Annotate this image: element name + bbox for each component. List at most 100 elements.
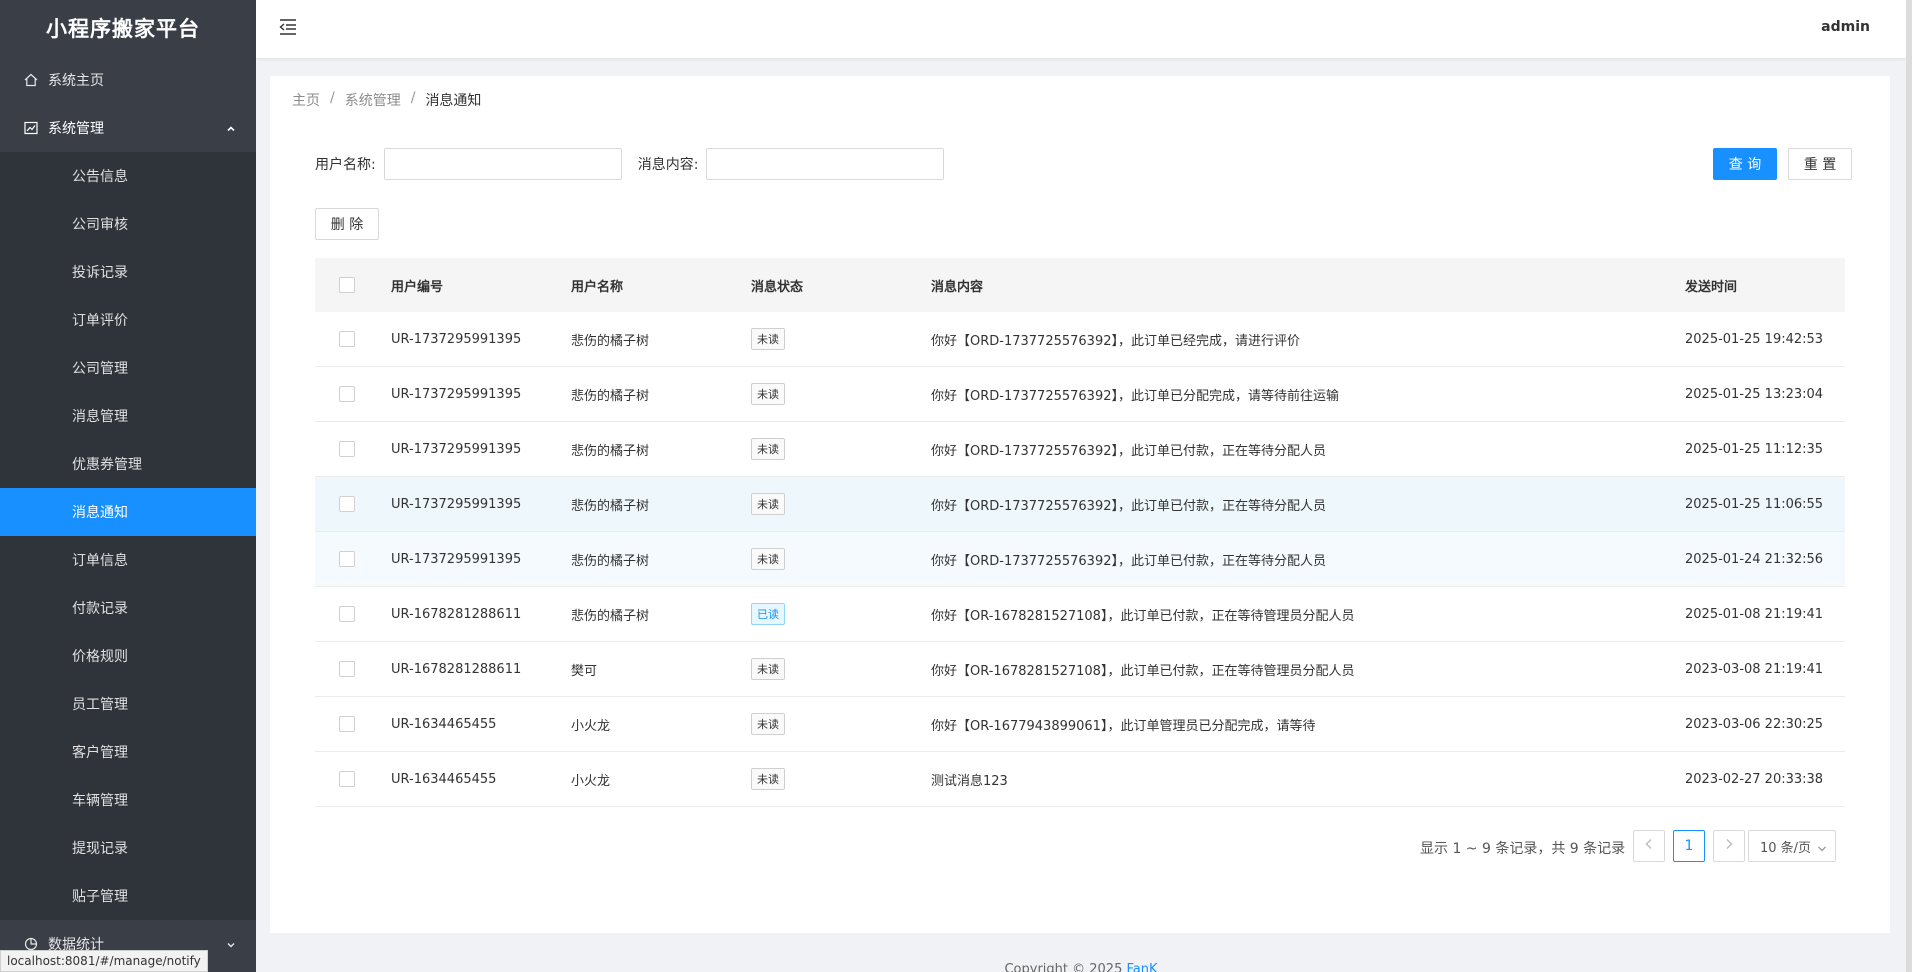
cell-status: 未读 <box>751 768 931 790</box>
cell-content: 你好【OR-1677943899061】，此订单管理员已分配完成，请等待 <box>931 718 1316 734</box>
sidebar-subitem[interactable]: 消息通知 <box>0 488 256 536</box>
cell-time: 2025-01-25 13:23:04 <box>1685 386 1824 402</box>
page-size-select[interactable]: 10 条/页 <box>1748 830 1836 862</box>
row-checkbox[interactable] <box>339 496 355 512</box>
next-page-button[interactable] <box>1713 830 1745 862</box>
table-row[interactable]: UR-1678281288611 悲伤的橘子树 已读 你好【OR-1678281527… <box>315 587 1845 642</box>
query-button[interactable]: 查 询 <box>1713 148 1777 180</box>
table-row[interactable]: UR-1737295991395 悲伤的橘子树 未读 你好【ORD-173772557… <box>315 312 1845 367</box>
table-row[interactable]: UR-1737295991395 悲伤的橘子树 未读 你好【ORD-173772557… <box>315 477 1845 532</box>
app-logo: 小程序搬家平台 <box>46 17 200 41</box>
cell-time: 2025-01-24 21:32:56 <box>1685 551 1824 567</box>
sidebar-subitem[interactable]: 车辆管理 <box>0 776 256 824</box>
cell-user-name: 悲伤的橘子树 <box>571 608 650 624</box>
cell-time: 2025-01-25 11:06:55 <box>1685 496 1824 512</box>
content-input[interactable] <box>706 148 945 180</box>
select-all-checkbox[interactable] <box>339 277 355 293</box>
user-menu[interactable]: admin <box>1821 19 1870 35</box>
copyright-text: Copyright © 2025 <box>1004 962 1127 972</box>
sidebar: 小程序搬家平台 系统主页 系统管理 公告信息 公司审核 投诉记录 订单评价 公司管理 消息… <box>0 0 256 972</box>
table-row[interactable]: UR-1634465455 小火龙 未读 你好【OR-1677943899061】，此… <box>315 697 1845 752</box>
cell-user-id: UR-1634465455 <box>391 771 497 787</box>
row-checkbox[interactable] <box>339 386 355 402</box>
cell-content: 你好【ORD-1737725576392】，此订单已付款，正在等待分配人员 <box>931 553 1326 569</box>
sidebar-subitem[interactable]: 客户管理 <box>0 728 256 776</box>
footer: Copyright © 2025 FanK <box>256 962 1906 972</box>
table-row[interactable]: UR-1737295991395 悲伤的橘子树 未读 你好【ORD-173772557… <box>315 532 1845 587</box>
cell-content: 测试消息123 <box>931 773 1008 789</box>
row-checkbox[interactable] <box>339 716 355 732</box>
sidebar-subitem[interactable]: 价格规则 <box>0 632 256 680</box>
sidebar-subitem[interactable]: 优惠券管理 <box>0 440 256 488</box>
delete-button[interactable]: 删 除 <box>315 208 379 240</box>
cell-status: 未读 <box>751 713 931 735</box>
menu-fold-icon[interactable] <box>278 18 300 38</box>
prev-page-button[interactable] <box>1633 830 1665 862</box>
cell-status: 已读 <box>751 603 931 625</box>
cell-status: 未读 <box>751 383 931 405</box>
header-user-name[interactable]: 用户名称 <box>571 276 751 295</box>
page-number-button[interactable]: 1 <box>1673 830 1705 862</box>
breadcrumb-separator: / <box>330 90 335 106</box>
breadcrumb-system[interactable]: 系统管理 <box>345 90 401 110</box>
header-time[interactable]: 发送时间 <box>1685 276 1845 295</box>
cell-status: 未读 <box>751 328 931 350</box>
sidebar-subitem[interactable]: 订单信息 <box>0 536 256 584</box>
sidebar-group-system: 系统管理 公告信息 公司审核 投诉记录 订单评价 公司管理 消息管理 优惠券管理 消息通知 订单… <box>0 104 256 920</box>
sidebar-subitem[interactable]: 公司管理 <box>0 344 256 392</box>
sidebar-subitem[interactable]: 消息管理 <box>0 392 256 440</box>
cell-user-id: UR-1737295991395 <box>391 496 522 512</box>
sidebar-subitem[interactable]: 公司审核 <box>0 200 256 248</box>
sidebar-subitem[interactable]: 投诉记录 <box>0 248 256 296</box>
reset-button[interactable]: 重 置 <box>1788 148 1852 180</box>
cell-status: 未读 <box>751 438 931 460</box>
header-user-id[interactable]: 用户编号 <box>391 276 571 295</box>
sidebar-subitem[interactable]: 订单评价 <box>0 296 256 344</box>
breadcrumb-current: 消息通知 <box>425 93 482 109</box>
table-header: 用户编号 用户名称 消息状态 消息内容 发送时间 <box>315 258 1845 312</box>
cell-status: 未读 <box>751 493 931 515</box>
breadcrumb-home[interactable]: 主页 <box>292 90 320 110</box>
status-badge: 未读 <box>751 383 785 405</box>
table-row[interactable]: UR-1737295991395 悲伤的橘子树 未读 你好【ORD-173772557… <box>315 422 1845 477</box>
status-badge: 未读 <box>751 493 785 515</box>
row-checkbox[interactable] <box>339 606 355 622</box>
page-scrollbar[interactable] <box>1906 0 1912 972</box>
sidebar-subitem[interactable]: 提现记录 <box>0 824 256 872</box>
header-status[interactable]: 消息状态 <box>751 276 931 295</box>
sidebar-subitem[interactable]: 员工管理 <box>0 680 256 728</box>
sidebar-group-title[interactable]: 系统管理 <box>0 104 256 152</box>
table-row[interactable]: UR-1634465455 小火龙 未读 测试消息123 2023-02-27 20:3… <box>315 752 1845 807</box>
filter-bar: 用户名称: 消息内容: <box>315 148 960 180</box>
cell-user-id: UR-1737295991395 <box>391 386 522 402</box>
sidebar-subitem[interactable]: 公告信息 <box>0 152 256 200</box>
cell-time: 2025-01-25 19:42:53 <box>1685 331 1824 347</box>
row-checkbox[interactable] <box>339 661 355 677</box>
sidebar-subitem[interactable]: 付款记录 <box>0 584 256 632</box>
username-input[interactable] <box>383 148 622 180</box>
header-content[interactable]: 消息内容 <box>931 276 1685 295</box>
row-checkbox[interactable] <box>339 331 355 347</box>
chevron-right-icon <box>1724 838 1734 854</box>
table-row[interactable]: UR-1678281288611 樊可 未读 你好【OR-1678281527108】… <box>315 642 1845 697</box>
cell-time: 2025-01-08 21:19:41 <box>1685 606 1824 622</box>
sidebar-subitem[interactable]: 贴子管理 <box>0 872 256 920</box>
row-checkbox[interactable] <box>339 771 355 787</box>
status-badge: 未读 <box>751 328 785 350</box>
cell-user-name: 悲伤的橘子树 <box>571 388 650 404</box>
table-row[interactable]: UR-1737295991395 悲伤的橘子树 未读 你好【ORD-173772557… <box>315 367 1845 422</box>
author-link[interactable]: FanK <box>1127 962 1158 972</box>
cell-user-name: 小火龙 <box>571 718 611 734</box>
cell-user-id: UR-1634465455 <box>391 716 497 732</box>
row-checkbox[interactable] <box>339 441 355 457</box>
sidebar-item-home[interactable]: 系统主页 <box>0 56 256 104</box>
status-badge: 未读 <box>751 438 785 460</box>
status-badge: 未读 <box>751 713 785 735</box>
cell-user-name: 小火龙 <box>571 773 611 789</box>
home-icon <box>22 71 40 89</box>
status-badge: 未读 <box>751 768 785 790</box>
sidebar-submenu: 公告信息 公司审核 投诉记录 订单评价 公司管理 消息管理 优惠券管理 消息通知 订单信息 付款记… <box>0 152 256 920</box>
cell-time: 2023-03-08 21:19:41 <box>1685 661 1824 677</box>
row-checkbox[interactable] <box>339 551 355 567</box>
username-label: 用户名称: <box>315 157 376 173</box>
